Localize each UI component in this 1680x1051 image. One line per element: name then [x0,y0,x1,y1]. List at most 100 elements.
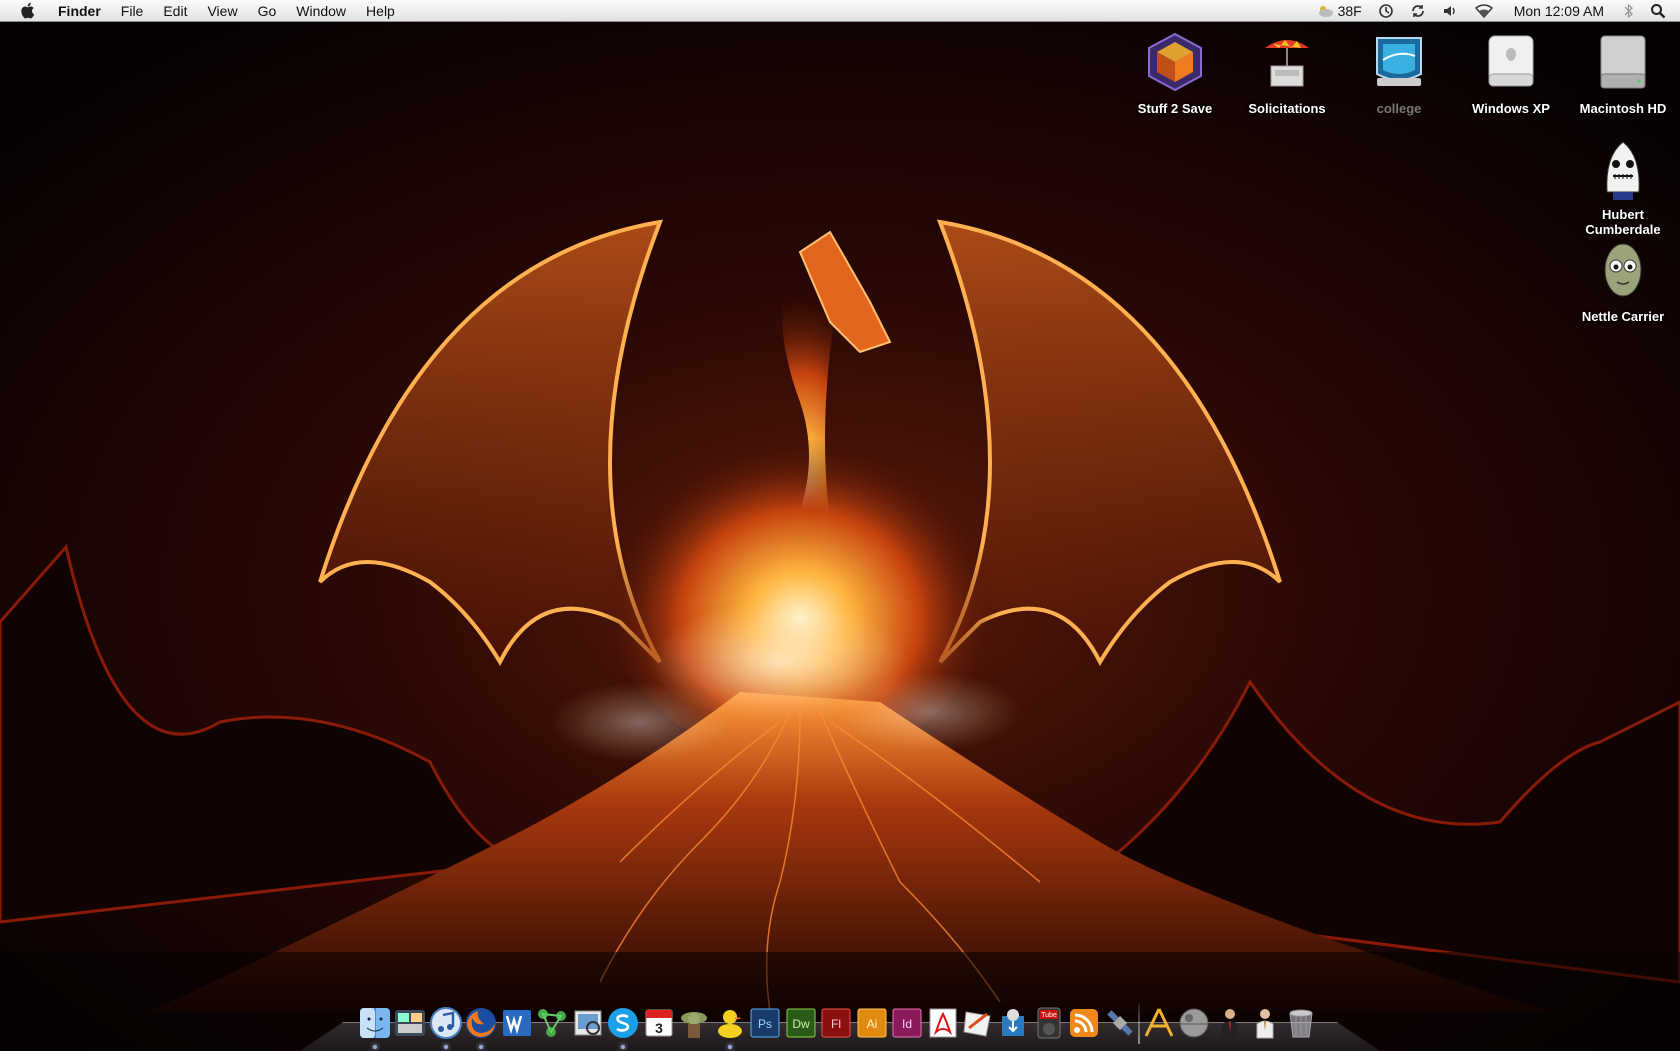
desktop-icon-college[interactable]: college [1341,30,1457,116]
dock-item-network[interactable] [535,1004,569,1042]
acrobat-icon [929,1008,956,1038]
dock-item-finder[interactable] [358,1004,392,1049]
network-drive-icon [1376,37,1422,86]
skype-icon [608,1008,639,1038]
desktop-icon-hubert-cumberdale[interactable]: Hubert Cumberdale [1565,136,1680,237]
flash-label: Fl [831,1017,841,1031]
desktop-icon-nettle-carrier[interactable]: Nettle Carrier [1565,238,1680,324]
dock-item-acrobat[interactable] [926,1004,960,1042]
dock-item-trash[interactable] [1284,1004,1318,1042]
external-drive-icon [1488,35,1534,87]
menu-extras: 38F Mon 12:09 AM [1307,0,1680,22]
desktop-icon-label: Nettle Carrier [1581,309,1665,324]
satellite-icon [1107,1010,1133,1036]
dashboard-icon [395,1010,426,1036]
dock-item-yoda[interactable] [677,1004,711,1042]
dock-item-satellite[interactable] [1103,1004,1137,1042]
illustrator-label: Ai [866,1017,877,1031]
menu-window[interactable]: Window [286,0,356,22]
indesign-label: Id [902,1017,912,1031]
desktop-icon-solicitations[interactable]: Solicitations [1229,30,1345,116]
dock-item-sketch[interactable] [961,1004,995,1042]
bluetooth-icon[interactable] [1616,3,1642,19]
dwight-icon [1256,1009,1274,1039]
apple-icon[interactable] [20,2,36,19]
weather-status[interactable]: 38F [1307,0,1370,22]
itunes-icon [429,1007,462,1039]
hubert-character-icon [1606,141,1640,200]
dreamweaver-icon: Dw [786,1008,816,1038]
dock-item-dreamweaver[interactable]: Dw [784,1004,818,1042]
dock-item-safari-downloader[interactable] [996,1004,1030,1042]
desktop-icon-label: Windows XP [1472,101,1550,116]
finder-icon [360,1008,390,1038]
dock-item-illustrator[interactable]: Ai [855,1004,889,1042]
desktop-icon-label: Stuff 2 Save [1137,101,1213,116]
tube-icon: Tube [1037,1007,1061,1039]
menu-go[interactable]: Go [248,0,287,22]
menu-view[interactable]: View [197,0,247,22]
dock-item-flash[interactable]: Fl [819,1004,853,1042]
dock-item-xcode[interactable] [1142,1004,1176,1042]
spotlight-icon[interactable] [1642,3,1680,19]
flash-icon: Fl [821,1008,851,1038]
running-indicator [621,1045,626,1049]
dock-item-itunes[interactable] [429,1004,463,1049]
desktop-icon-windows-xp[interactable]: Windows XP [1453,30,1569,116]
volume-icon[interactable] [1434,4,1466,18]
dock-separator [1138,1004,1141,1044]
sketch-icon [963,1011,991,1037]
running-indicator [443,1045,448,1049]
dock-item-person[interactable] [1213,1004,1247,1042]
dock-item-skype[interactable] [606,1004,640,1049]
wifi-icon[interactable] [1466,3,1502,18]
preview-icon [574,1010,602,1036]
nettle-character-icon [1604,243,1642,297]
person-icon [1221,1009,1238,1038]
dock-item-preview[interactable] [571,1004,605,1042]
ical-day: 3 [655,1020,663,1036]
dock-item-rss[interactable] [1067,1004,1101,1042]
dock-item-photoshop[interactable]: Ps [748,1004,782,1042]
downloader-icon [1002,1009,1025,1036]
running-indicator [373,1045,377,1049]
hard-drive-icon [1600,35,1646,89]
dock-item-ical[interactable]: 3 [642,1004,676,1042]
trash-icon [1289,1009,1313,1038]
menu-app-finder[interactable]: Finder [50,0,111,22]
dock-item-indesign[interactable]: Id [890,1004,924,1042]
desktop-wallpaper [0,22,1680,1050]
time-machine-icon[interactable] [1370,3,1402,19]
dock-item-dashboard[interactable] [393,1004,427,1042]
running-indicator [727,1045,732,1049]
menu-help[interactable]: Help [356,0,405,22]
menu-edit[interactable]: Edit [153,0,197,22]
weather-temp: 38F [1337,2,1362,19]
calendar-icon: 3 [645,1009,673,1037]
dreamweaver-label: Dw [792,1017,810,1031]
desktop-icon-macintosh-hd[interactable]: Macintosh HD [1565,30,1680,116]
desktop-icon-label: college [1376,101,1422,116]
dock-item-tube[interactable]: Tube [1032,1004,1066,1042]
firefox-icon [466,1008,497,1038]
rss-icon [1070,1009,1099,1037]
desktop-icon-label: Hubert Cumberdale [1585,207,1661,237]
photoshop-label: Ps [758,1017,772,1031]
desktop-icon-stuff-2-save[interactable]: Stuff 2 Save [1117,30,1233,116]
vendor-cart-icon [1265,40,1309,87]
dock-item-dwight[interactable] [1248,1004,1282,1042]
duck-icon [717,1010,742,1038]
dock-item-word[interactable] [500,1004,534,1042]
dock-item-adium[interactable] [713,1004,747,1049]
dock-item-death-star[interactable] [1177,1004,1211,1042]
photoshop-icon: Ps [750,1008,780,1038]
menu-file[interactable]: File [111,0,154,22]
desktop-icon-label: Solicitations [1248,101,1326,116]
sync-icon[interactable] [1402,3,1434,19]
cube-folder-icon [1148,32,1202,92]
clock[interactable]: Mon 12:09 AM [1502,0,1616,22]
tube-label: Tube [1041,1012,1057,1019]
dock-item-firefox[interactable] [464,1004,498,1049]
desktop-icon-label: Macintosh HD [1579,101,1667,116]
illustrator-icon: Ai [857,1008,887,1038]
